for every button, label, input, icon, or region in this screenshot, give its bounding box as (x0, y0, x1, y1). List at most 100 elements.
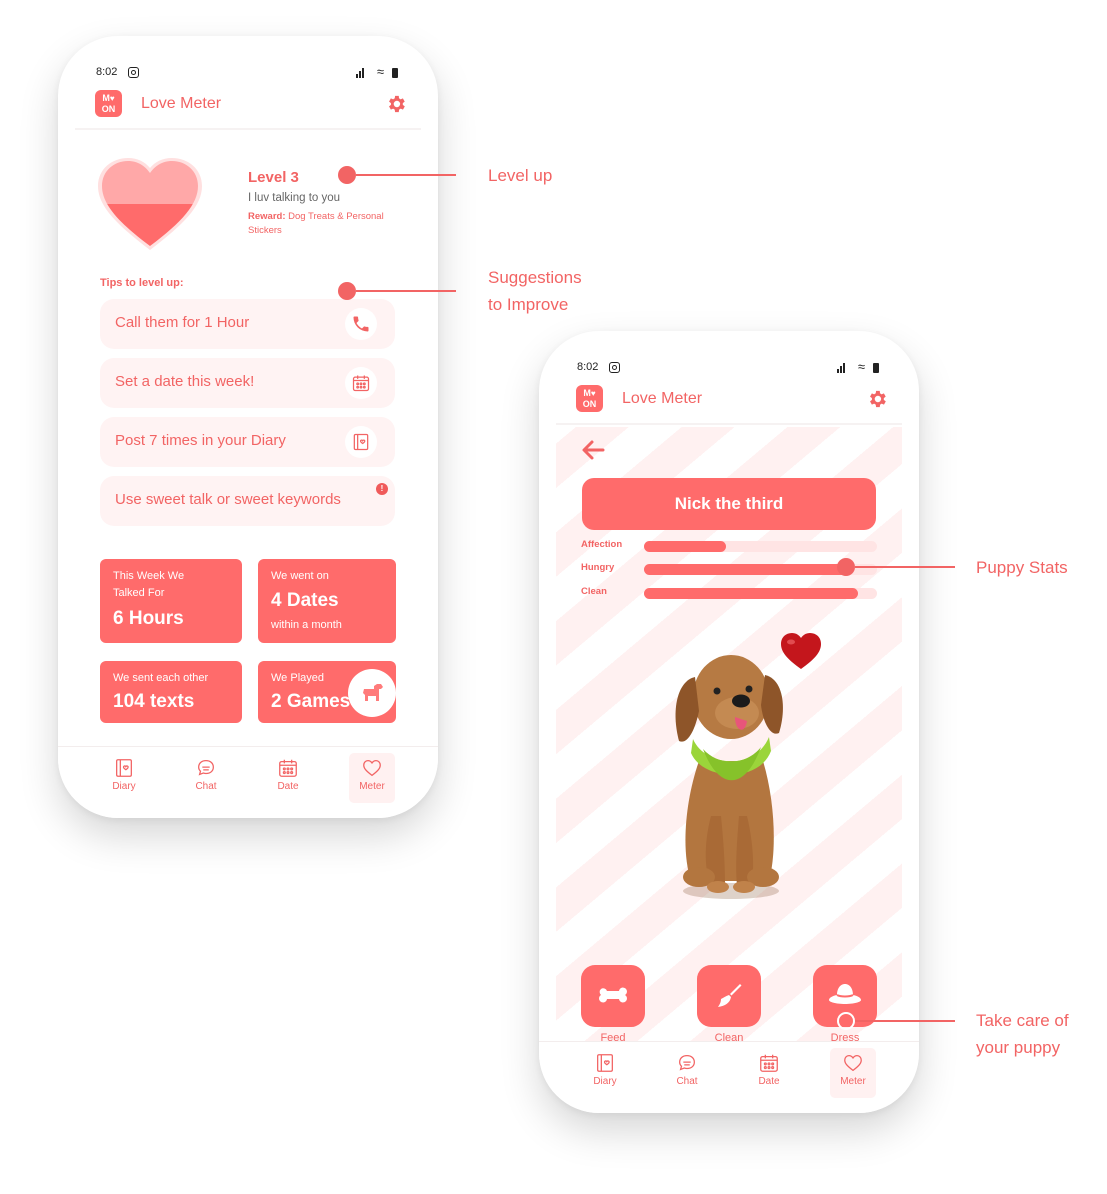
annotation-dot-tips (338, 282, 356, 300)
diary-icon (116, 759, 132, 777)
feed-button[interactable] (581, 965, 645, 1027)
nav-label: Chat (676, 1076, 698, 1087)
stat-big: 2 Games (271, 691, 351, 712)
stat-track (644, 541, 877, 552)
heart-icon (363, 760, 381, 777)
status-time: 8:02 (96, 66, 118, 78)
wifi-icon: ≈ (376, 64, 384, 79)
nav-label: Diary (593, 1076, 617, 1087)
tip-diary[interactable]: Post 7 times in your Diary (100, 417, 395, 467)
calendar-icon (760, 1054, 778, 1072)
bone-icon (599, 987, 627, 1003)
puppy-name-banner: Nick the third (582, 478, 876, 530)
calendar-icon (279, 759, 297, 777)
annotation-puppy-stats: Puppy Stats (976, 558, 1068, 577)
app-title: Love Meter (141, 95, 222, 112)
app-header: M♥ ON Love Meter (75, 88, 421, 130)
puppy-stat-clean: Clean (581, 586, 877, 600)
diary-icon[interactable] (345, 426, 377, 458)
nav-date[interactable]: Date (746, 1048, 792, 1098)
hat-icon (829, 984, 861, 1004)
chat-icon (198, 760, 214, 776)
annotation-dot-stats (837, 558, 855, 576)
battery-icon (392, 68, 398, 78)
annotation-suggestions: Suggestions to Improve (488, 268, 582, 314)
stat-track (644, 588, 877, 599)
stat-small: We went on (271, 570, 329, 582)
stat-label: Hungry (581, 562, 615, 573)
stat-big: 6 Hours (113, 608, 184, 629)
nav-date[interactable]: Date (265, 753, 311, 803)
nav-chat[interactable]: Chat (183, 753, 229, 803)
level-reward: Reward: Dog Treats & Personal Stickers (248, 210, 388, 238)
stat-label: Clean (581, 586, 607, 597)
back-arrow-icon[interactable] (581, 439, 605, 461)
stat-small: We sent each other (113, 672, 209, 684)
heart-icon (844, 1055, 862, 1072)
tip-call[interactable]: Call them for 1 Hour (100, 299, 395, 349)
nav-label: Meter (359, 781, 385, 792)
puppy-stat-hungry: Hungry (581, 562, 877, 576)
tips-heading: Tips to level up: (100, 277, 184, 289)
puppy-dog-icon (675, 655, 783, 899)
app-logo: M♥ ON (95, 90, 122, 117)
stat-card-dates: We went on 4 Dates within a month (258, 559, 396, 643)
wifi-icon: ≈ (857, 359, 865, 374)
reward-label: Reward: (248, 211, 286, 222)
level-title: Level 3 (248, 169, 299, 186)
stat-fill (644, 588, 859, 599)
battery-icon (873, 363, 879, 373)
nav-diary[interactable]: Diary (582, 1048, 628, 1098)
nav-label: Meter (840, 1076, 866, 1087)
tip-label: Use sweet talk or sweet keywords (115, 491, 341, 508)
phone-love-meter-screen: 8:02 ≈ M♥ ON Love Meter Level 3 I luv tal… (58, 36, 438, 818)
tip-date[interactable]: Set a date this week! (100, 358, 395, 408)
nav-diary[interactable]: Diary (101, 753, 147, 803)
stat-small: This Week We Talked For (113, 570, 185, 599)
settings-gear-icon[interactable] (866, 388, 888, 410)
tip-label: Set a date this week! (115, 373, 255, 390)
nav-meter[interactable]: Meter (830, 1048, 876, 1098)
stat-card-talked: This Week We Talked For 6 Hours (100, 559, 242, 643)
app-header: M♥ ON Love Meter (556, 383, 902, 425)
settings-gear-icon[interactable] (385, 93, 407, 115)
stat-card-games: We Played 2 Games (258, 661, 396, 723)
annotation-line-level (356, 174, 456, 176)
stat-big: 4 Dates (271, 590, 339, 611)
calendar-icon[interactable] (345, 367, 377, 399)
annotation-line-stats (855, 566, 955, 568)
stat-big: 104 texts (113, 691, 195, 712)
alert-badge-icon: ! (376, 483, 388, 495)
annotation-line-tips (356, 290, 456, 292)
tip-sweet-talk[interactable]: Use sweet talk or sweet keywords ! (100, 476, 395, 526)
clean-button[interactable] (697, 965, 761, 1027)
bottom-nav: Diary Chat Date Meter (58, 746, 438, 818)
signal-icon (837, 363, 847, 373)
stat-small: We Played (271, 672, 324, 684)
stat-fill (644, 541, 726, 552)
annotation-dot-level (338, 166, 356, 184)
nav-chat[interactable]: Chat (664, 1048, 710, 1098)
status-bar: 8:02 ≈ (577, 359, 881, 377)
status-time: 8:02 (577, 361, 599, 373)
broom-icon (718, 984, 742, 1007)
app-logo: M♥ ON (576, 385, 603, 412)
signal-icon (356, 68, 366, 78)
tip-label: Post 7 times in your Diary (115, 432, 286, 449)
dog-icon[interactable] (348, 669, 396, 717)
status-bar: 8:02 ≈ (96, 64, 400, 82)
bottom-nav: Diary Chat Date Meter (539, 1041, 919, 1113)
nav-label: Diary (112, 781, 136, 792)
stat-card-texts: We sent each other 104 texts (100, 661, 242, 723)
chat-icon (679, 1055, 695, 1071)
annotation-line-care (855, 1020, 955, 1022)
instagram-icon (609, 362, 620, 373)
annotation-level-up: Level up (488, 166, 553, 185)
phone-icon[interactable] (345, 308, 377, 340)
annotation-take-care: Take care of your puppy (976, 1011, 1069, 1057)
diary-icon (597, 1054, 613, 1072)
app-title: Love Meter (622, 390, 703, 407)
level-subtitle: I luv talking to you (248, 192, 341, 204)
stat-fill (644, 564, 850, 575)
nav-meter[interactable]: Meter (349, 753, 395, 803)
